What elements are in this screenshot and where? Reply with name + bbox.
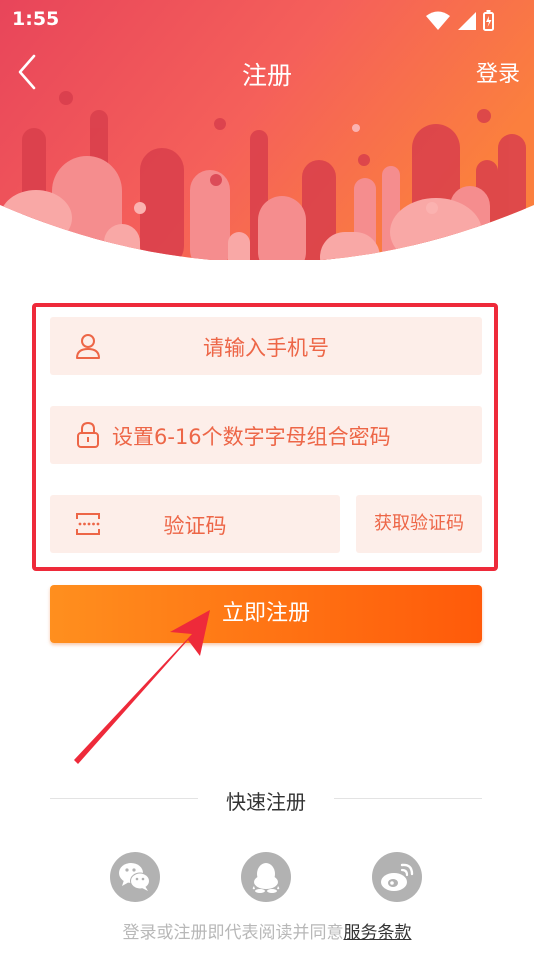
agreement-prefix: 登录或注册即代表阅读并同意 bbox=[122, 923, 344, 943]
wifi-icon bbox=[426, 11, 450, 30]
phone-input[interactable]: 请输入手机号 bbox=[50, 317, 482, 375]
status-time: 1:55 bbox=[12, 8, 60, 30]
divider-line-right bbox=[334, 798, 482, 799]
wechat-icon bbox=[119, 863, 150, 891]
quick-register-divider: 快速注册 bbox=[50, 784, 482, 814]
status-icons bbox=[426, 10, 494, 31]
header-banner: 1:55 注册 登录 bbox=[0, 0, 534, 260]
annotation-arrow-icon bbox=[74, 610, 210, 764]
phone-placeholder: 请输入手机号 bbox=[203, 336, 329, 360]
terms-of-service-link[interactable]: 服务条款 bbox=[344, 923, 412, 943]
quick-register-label: 快速注册 bbox=[226, 790, 306, 814]
code-placeholder: 验证码 bbox=[163, 514, 227, 538]
weibo-icon bbox=[381, 863, 414, 891]
password-input[interactable]: 设置6-16个数字字母组合密码 bbox=[50, 406, 482, 464]
verification-code-input[interactable]: 验证码 bbox=[50, 495, 340, 553]
wechat-login-button[interactable] bbox=[110, 852, 160, 902]
status-bar: 1:55 bbox=[0, 0, 534, 40]
weibo-login-button[interactable] bbox=[372, 852, 422, 902]
lock-icon bbox=[77, 421, 99, 448]
login-link[interactable]: 登录 bbox=[476, 56, 520, 88]
agreement-text: 登录或注册即代表阅读并同意服务条款 bbox=[0, 918, 534, 943]
password-placeholder: 设置6-16个数字字母组合密码 bbox=[112, 425, 391, 449]
qq-icon bbox=[252, 863, 280, 893]
signal-icon bbox=[458, 12, 476, 30]
qq-login-button[interactable] bbox=[241, 852, 291, 902]
get-code-button[interactable]: 获取验证码 bbox=[356, 495, 482, 553]
page-title: 注册 bbox=[241, 61, 292, 90]
